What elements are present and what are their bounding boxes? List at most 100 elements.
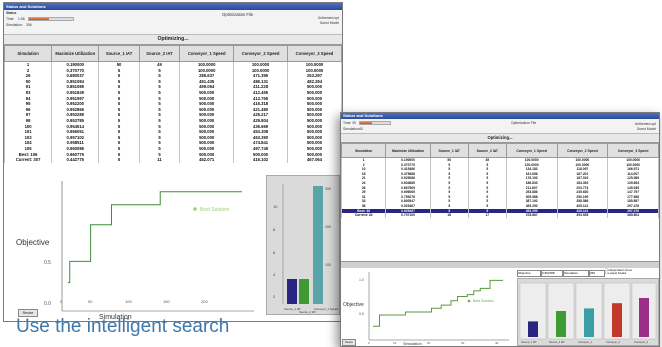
column-header[interactable]: Source_2 IAT: [138, 45, 181, 62]
solutions-table: Simulation Maximize Utilization Source_1 I…: [4, 45, 342, 163]
table-cell: 393.935: [556, 213, 609, 218]
caption-text: Use the intelligent search: [16, 316, 230, 337]
resize-button[interactable]: Resize: [342, 339, 356, 346]
column-header[interactable]: Conveyor_3 Speed: [607, 143, 659, 158]
legend-marker: [193, 207, 197, 211]
column-header[interactable]: Conveyor_1 Speed: [179, 45, 235, 62]
column-header[interactable]: Conveyor_2 Speed: [556, 143, 609, 158]
y-axis-label: Objective: [343, 302, 364, 308]
column-header[interactable]: Source_1 IAT: [98, 45, 140, 62]
window-title: Status and Solutions: [4, 3, 342, 10]
table-cell: 416.102: [233, 157, 289, 163]
tab-objective[interactable]: Objective: [517, 270, 541, 277]
table-cell: 11: [138, 157, 181, 163]
solutions-table: Simulation Maximize Utilization Source_1 I…: [341, 143, 659, 218]
model-name: Guest Model: [319, 21, 339, 25]
table-body: 1 0.190000 50 49 100.0000 100.0000 100.0000 2 0.…: [341, 157, 659, 218]
optimizer-window-front: Status and Solutions Time: 39 Simulation…: [340, 112, 660, 347]
bar-label: Source_2 IAT: [549, 340, 565, 344]
table-body: 1 0.190000 50 49 100.0000 100.0000 100.0000 2 0.…: [4, 61, 342, 163]
bar-tick: 8: [273, 227, 276, 232]
optimizing-banner: Optimizing...: [4, 35, 342, 45]
x-tick-label: 20: [427, 341, 431, 345]
table-header: Simulation Maximize Utilization Source_1 I…: [341, 143, 659, 158]
bar-tick: 4: [273, 272, 276, 277]
bar-source-2-iat: [299, 279, 309, 304]
x-tick-label: 50: [88, 299, 93, 304]
table-header: Simulation Maximize Utilization Source_1 I…: [4, 45, 342, 62]
time-value: 1:58: [18, 17, 25, 21]
simulation-count: 250: [589, 270, 605, 277]
y-axis-label: Objective: [16, 238, 50, 247]
progress-fill: [360, 122, 372, 124]
table-cell: 378.867: [505, 213, 558, 218]
objective-graph: Objective Simulation Best Solution 0.5 0…: [4, 173, 262, 321]
table-row[interactable]: Current: 40 0.797100 18 17 378.867 393.935 385…: [341, 213, 659, 218]
objective-chart: Objective Simulation Best Solution 0.5 0…: [4, 173, 262, 321]
x-tick-label: 150: [163, 299, 170, 304]
y-tick-label: 1.0: [359, 278, 364, 282]
parameter-bar: [612, 303, 622, 337]
legend-label: Best Solution: [473, 299, 494, 303]
file-title: Optimization File: [222, 12, 254, 17]
objective-graph: Objective Simulation Best Solution 1.0 0…: [341, 268, 515, 346]
bar-tick: 2: [273, 294, 276, 299]
column-header[interactable]: Conveyor_3 Speed: [287, 45, 342, 62]
legend-marker: [467, 299, 471, 303]
y-tick-label: 0.5: [359, 312, 364, 316]
checkbox-lowest-scales[interactable]: ☐ Lowest Scales: [605, 272, 632, 275]
bar-label: Source_1 IAT: [521, 340, 537, 344]
table-cell: 0.797100: [385, 213, 431, 218]
bar-tick: 6: [273, 250, 276, 255]
column-header[interactable]: Simulation: [341, 143, 387, 158]
chart-background: [341, 268, 515, 346]
bar-tick-right: 200: [325, 225, 331, 229]
column-header[interactable]: Source_1 IAT: [429, 143, 469, 158]
table-cell: 17: [467, 213, 507, 218]
simulation-value: 306: [26, 23, 32, 27]
x-axis-label: Simulation: [403, 341, 422, 346]
tab-simulation[interactable]: Simulation: [563, 270, 589, 277]
checkbox-group: ☐ Independent Curve ☐ Lowest Scales: [605, 268, 632, 275]
parameter-bars-panel: Source_1 IAT Source_2 IAT Conveyor_1 Con…: [517, 278, 659, 346]
bar-tick: 10: [273, 204, 278, 209]
objective-value: 0.952788: [541, 270, 563, 277]
column-header[interactable]: Conveyor_2 Speed: [233, 45, 289, 62]
parameter-bars: 10 8 6 4 2 300 200 100 Source_1 IAT Sour…: [273, 184, 338, 314]
column-header[interactable]: Source_2 IAT: [467, 143, 507, 158]
legend-label: Best Solution: [200, 207, 230, 213]
y-tick-label: 0.0: [44, 301, 51, 307]
parameter-bars-panel: 10 8 6 4 2 300 200 100 Source_1 IAT Sour…: [266, 175, 340, 315]
table-cell: Current: 40: [341, 213, 387, 218]
parameter-bar: [584, 308, 594, 337]
x-tick-label: 40: [495, 341, 499, 345]
column-header[interactable]: Maximize Utilization: [385, 143, 431, 158]
column-header[interactable]: Conveyor_1 Speed: [505, 143, 558, 158]
table-row[interactable]: Current: 307 0.442775 5 11 452.071 416.102 467…: [4, 157, 342, 163]
table-cell: 0.442775: [51, 157, 100, 163]
column-header[interactable]: Simulation: [4, 45, 53, 62]
parameter-bar: [556, 311, 566, 337]
y-tick-label: 0.5: [44, 260, 51, 266]
model-file: Unthemed.opt: [634, 122, 656, 126]
time-value: 39: [352, 121, 356, 125]
x-tick-label: 30: [461, 341, 465, 345]
simulation-label: Simulation:: [343, 127, 360, 131]
time-label: Time:: [343, 121, 352, 125]
parameter-bar: [528, 321, 538, 337]
checkbox-label: Lowest Scales: [608, 271, 627, 276]
table-cell: 452.071: [179, 157, 235, 163]
simulation-label: Simulation:: [6, 23, 23, 27]
objective-chart: Objective Simulation Best Solution 1.0 0…: [341, 268, 515, 346]
table-cell: 5: [98, 157, 140, 163]
x-tick-label: 200: [201, 299, 208, 304]
graph-toolbar: [341, 261, 659, 268]
x-tick-label: 10: [393, 341, 397, 345]
progress-fill: [29, 18, 49, 20]
column-header[interactable]: Maximize Utilization: [51, 45, 100, 62]
file-title: Optimization File: [511, 121, 537, 125]
optimizer-window-back: Status and Solutions Status Time: 1:58 S…: [3, 2, 343, 322]
bar-source-1-iat: [287, 279, 297, 304]
status-panel: Status Time: 1:58 Simulation: 306 Optimi…: [4, 10, 342, 35]
bar-tick-right: 300: [325, 187, 331, 191]
